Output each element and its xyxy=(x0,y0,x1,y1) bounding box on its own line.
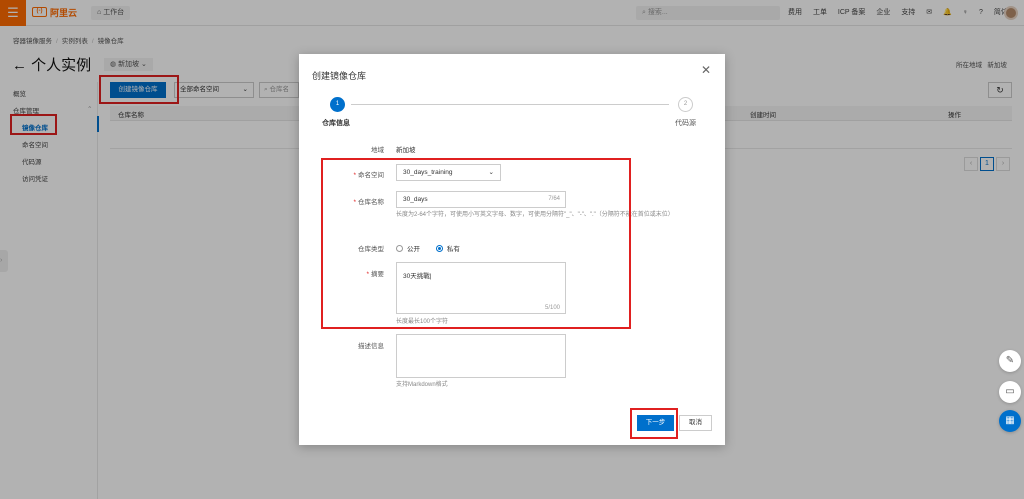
chat-button[interactable]: ▭ xyxy=(999,381,1021,403)
edit-feedback-button[interactable]: ✎ xyxy=(999,350,1021,372)
region-value: 新加坡 xyxy=(396,147,416,154)
cancel-button[interactable]: 取消 xyxy=(679,415,712,431)
create-repo-dialog: 创建镜像仓库 ✕ 1 2 仓库信息 代码源 地域 新加坡 * 命名空间 30_da… xyxy=(299,54,725,445)
step-label: 仓库信息 xyxy=(322,120,350,127)
description-field-label: 描述信息 xyxy=(358,343,384,350)
pencil-icon: ✎ xyxy=(1005,355,1015,366)
description-textarea[interactable] xyxy=(396,334,566,378)
highlight-next-button xyxy=(630,408,678,439)
chat-icon: ▭ xyxy=(1005,386,1015,397)
dialog-title: 创建镜像仓库 xyxy=(312,71,367,81)
step-indicator: 1 xyxy=(330,97,345,112)
close-icon[interactable]: ✕ xyxy=(701,63,711,77)
grid-icon: ▦ xyxy=(1005,415,1015,426)
step-indicator: 2 xyxy=(678,97,693,112)
step-label: 代码源 xyxy=(675,120,696,127)
region-field-label: 地域 xyxy=(371,147,384,154)
apps-button[interactable]: ▦ xyxy=(999,410,1021,432)
highlight-form-fields xyxy=(321,158,631,329)
step-connector xyxy=(351,104,669,105)
description-hint: 支持Markdown格式 xyxy=(396,382,448,388)
